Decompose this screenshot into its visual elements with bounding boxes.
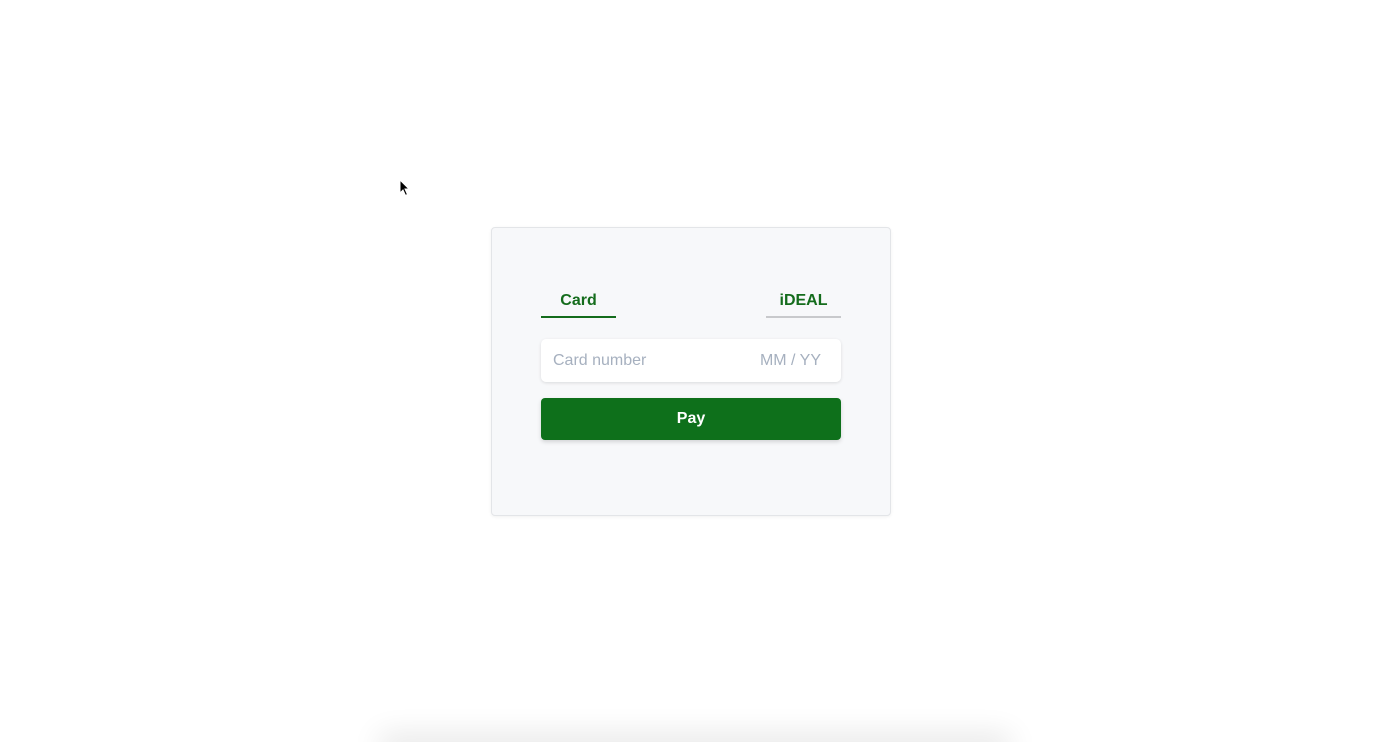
payment-form: Card iDEAL Card number MM / YY Pay [491,227,891,516]
expiry-input[interactable]: MM / YY [760,352,821,370]
card-number-input[interactable]: Card number [553,352,646,370]
tab-card[interactable]: Card [541,292,616,318]
pay-button[interactable]: Pay [541,398,841,440]
card-input[interactable]: Card number MM / YY [541,339,841,382]
tab-ideal[interactable]: iDEAL [766,292,841,318]
mouse-cursor-icon [399,179,411,197]
